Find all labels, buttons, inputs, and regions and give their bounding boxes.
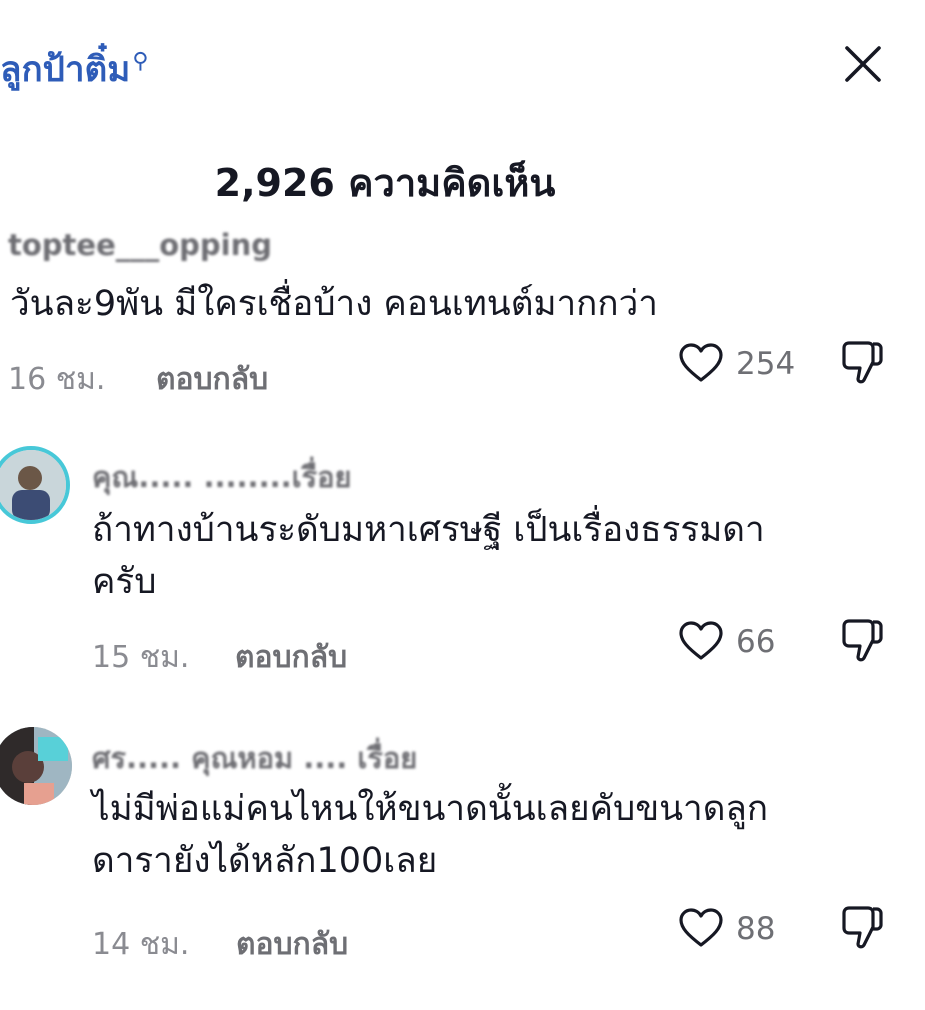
reply-button[interactable]: ตอบกลับ <box>156 356 268 403</box>
comment-text: ไม่มีพ่อแม่คนไหนให้ขนาดนั้นเลยคับขนาดลูก… <box>92 783 768 887</box>
screen-corner <box>891 0 925 34</box>
close-icon[interactable] <box>840 41 886 87</box>
like-count: 88 <box>736 911 776 947</box>
avatar-photo <box>0 450 66 520</box>
comment-item: ศร..... คุณหอม .... เรื่อย ไม่มีพ่อแม่คน… <box>0 725 925 965</box>
reply-button[interactable]: ตอบกลับ <box>235 634 347 681</box>
thumbs-down-icon[interactable] <box>840 340 884 386</box>
comment-text-line: ถ้าทางบ้านระดับมหาเศรษฐี เป็นเรื่องธรรมด… <box>92 510 765 550</box>
comment-username[interactable]: toptee___opping <box>8 228 272 262</box>
comments-count-title: 2,926 ความคิดเห็น <box>214 161 556 205</box>
comment-username[interactable]: ศร..... คุณหอม .... เรื่อย <box>92 735 417 781</box>
comment-text-line: ดารายังได้หลัก100เลย <box>92 841 438 881</box>
search-icon: ⚲ <box>132 49 149 75</box>
related-search-text[interactable]: ลูกป้าติ๋ม <box>0 50 130 90</box>
like-count: 254 <box>736 346 796 382</box>
reply-button[interactable]: ตอบกลับ <box>236 921 348 968</box>
comments-sheet: ลูกป้าติ๋ม⚲ 2,926 ความคิดเห็น toptee___o… <box>0 0 925 1010</box>
comment-time: 15 ชม. <box>92 640 190 675</box>
avatar[interactable] <box>0 446 70 524</box>
comment-text-line: ไม่มีพ่อแม่คนไหนให้ขนาดนั้นเลยคับขนาดลูก <box>92 789 769 829</box>
avatar-photo <box>0 727 72 805</box>
comment-username[interactable]: คุณ..... ........เรื่อย <box>92 454 352 500</box>
comment-text: ถ้าทางบ้านระดับมหาเศรษฐี เป็นเรื่องธรรมด… <box>92 504 765 608</box>
like-count: 66 <box>736 624 776 660</box>
heart-outline-icon[interactable] <box>678 620 724 662</box>
comment-item: คุณ..... ........เรื่อย ถ้าทางบ้านระดับม… <box>0 440 925 680</box>
heart-outline-icon[interactable] <box>678 342 724 384</box>
thumbs-down-icon[interactable] <box>840 905 884 951</box>
avatar[interactable] <box>0 727 72 805</box>
comment-text-line: วันละ9พัน มีใครเชื่อบ้าง คอนเทนต์มากกว่า <box>10 284 658 324</box>
comment-text: วันละ9พัน มีใครเชื่อบ้าง คอนเทนต์มากกว่า <box>10 278 658 330</box>
related-search-link[interactable]: ลูกป้าติ๋ม⚲ <box>0 42 148 97</box>
comment-time: 14 ชม. <box>92 927 190 962</box>
comment-item: toptee___opping วันละ9พัน มีใครเชื่อบ้าง… <box>0 220 925 400</box>
heart-outline-icon[interactable] <box>678 907 724 949</box>
comment-text-line: ครับ <box>92 562 157 602</box>
comment-time: 16 ชม. <box>8 362 106 397</box>
thumbs-down-icon[interactable] <box>840 618 884 664</box>
